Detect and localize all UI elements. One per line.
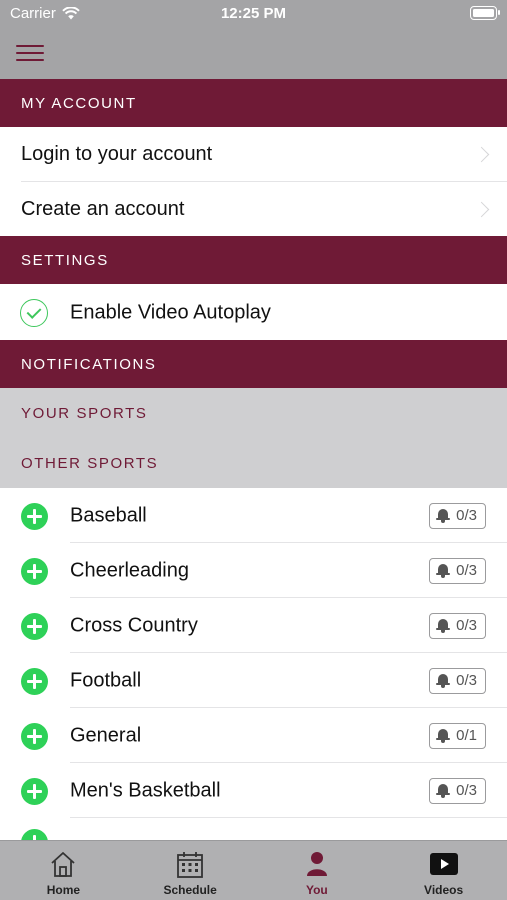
add-circle-icon[interactable]: [21, 557, 48, 585]
subsection-header-your-sports: YOUR SPORTS: [0, 388, 507, 438]
bell-icon: [436, 783, 451, 798]
section-header-settings: SETTINGS: [0, 236, 507, 284]
add-circle-icon[interactable]: [21, 667, 48, 695]
tab-you[interactable]: You: [254, 841, 381, 900]
section-title: MY ACCOUNT: [21, 94, 137, 112]
add-circle-icon[interactable]: [21, 829, 48, 840]
notification-count: 0/3: [456, 562, 477, 579]
sport-row[interactable]: General 0/1: [0, 708, 507, 763]
tab-videos[interactable]: Videos: [380, 841, 507, 900]
sport-row[interactable]: Men's Basketball 0/3: [0, 763, 507, 818]
notification-count: 0/3: [456, 507, 477, 524]
create-account-row[interactable]: Create an account: [0, 182, 507, 237]
calendar-icon: [177, 852, 204, 878]
tab-label: You: [305, 883, 328, 897]
nav-bar: [0, 28, 507, 79]
sport-name: Football: [70, 669, 142, 691]
checkmark-circle-icon[interactable]: [20, 298, 48, 327]
section-title: NOTIFICATIONS: [21, 355, 157, 373]
add-circle-icon[interactable]: [21, 777, 48, 805]
notification-count: 0/3: [456, 782, 477, 799]
sport-name: Cheerleading: [70, 559, 189, 581]
sport-name: Men's Basketball: [70, 779, 221, 801]
sport-name: General: [70, 724, 142, 746]
login-label: Login to your account: [21, 143, 213, 165]
tab-home[interactable]: Home: [0, 841, 127, 900]
tab-schedule[interactable]: Schedule: [127, 841, 254, 900]
hamburger-menu-icon[interactable]: [14, 40, 48, 66]
sport-row[interactable]: Baseball 0/3: [0, 488, 507, 543]
login-row[interactable]: Login to your account: [0, 127, 507, 182]
sport-row[interactable]: Cross Country 0/3: [0, 598, 507, 653]
notification-count-badge[interactable]: 0/3: [429, 502, 486, 529]
status-time: 12:25 PM: [220, 5, 287, 22]
notification-count-badge[interactable]: 0/1: [429, 722, 486, 749]
add-circle-icon[interactable]: [21, 612, 48, 640]
chevron-right-icon: [473, 146, 490, 162]
tab-label: Home: [46, 883, 81, 897]
tab-label: Schedule: [163, 883, 217, 897]
subsection-header-other-sports: OTHER SPORTS: [0, 438, 507, 488]
section-title: SETTINGS: [21, 251, 109, 269]
bell-icon: [436, 508, 451, 523]
autoplay-label: Enable Video Autoplay: [70, 301, 271, 323]
home-icon: [51, 852, 75, 877]
sport-row[interactable]: Football 0/3: [0, 653, 507, 708]
sport-row[interactable]: Cheerleading 0/3: [0, 543, 507, 598]
tab-label: Videos: [424, 883, 464, 897]
add-circle-icon[interactable]: [21, 502, 48, 530]
notification-count-badge[interactable]: 0/3: [429, 612, 486, 639]
notification-count-badge[interactable]: 0/3: [429, 667, 486, 694]
notification-count-badge[interactable]: 0/3: [429, 777, 486, 804]
notification-count: 0/3: [456, 672, 477, 689]
sport-name: Cross Country: [70, 614, 198, 636]
subsection-title: OTHER SPORTS: [21, 454, 159, 472]
add-circle-icon[interactable]: [21, 722, 48, 750]
person-icon: [306, 852, 327, 876]
section-header-notifications: NOTIFICATIONS: [0, 340, 507, 388]
section-header-my-account: MY ACCOUNT: [0, 79, 507, 127]
chevron-right-icon: [473, 201, 490, 217]
notification-count: 0/3: [456, 617, 477, 634]
sport-row-partial[interactable]: [0, 818, 507, 840]
bell-icon: [436, 728, 451, 743]
sport-name: Baseball: [70, 504, 147, 526]
play-icon: [429, 853, 458, 875]
bell-icon: [436, 673, 451, 688]
notification-count-badge[interactable]: 0/3: [429, 557, 486, 584]
tab-bar: Home Schedule You Videos: [0, 840, 507, 900]
battery-icon: [470, 6, 500, 20]
notification-count: 0/1: [456, 727, 477, 744]
bell-icon: [436, 618, 451, 633]
autoplay-row[interactable]: Enable Video Autoplay: [0, 285, 507, 340]
bell-icon: [436, 563, 451, 578]
subsection-title: YOUR SPORTS: [21, 404, 148, 422]
status-bar: Carrier 12:25 PM: [0, 0, 507, 28]
create-account-label: Create an account: [21, 198, 185, 220]
